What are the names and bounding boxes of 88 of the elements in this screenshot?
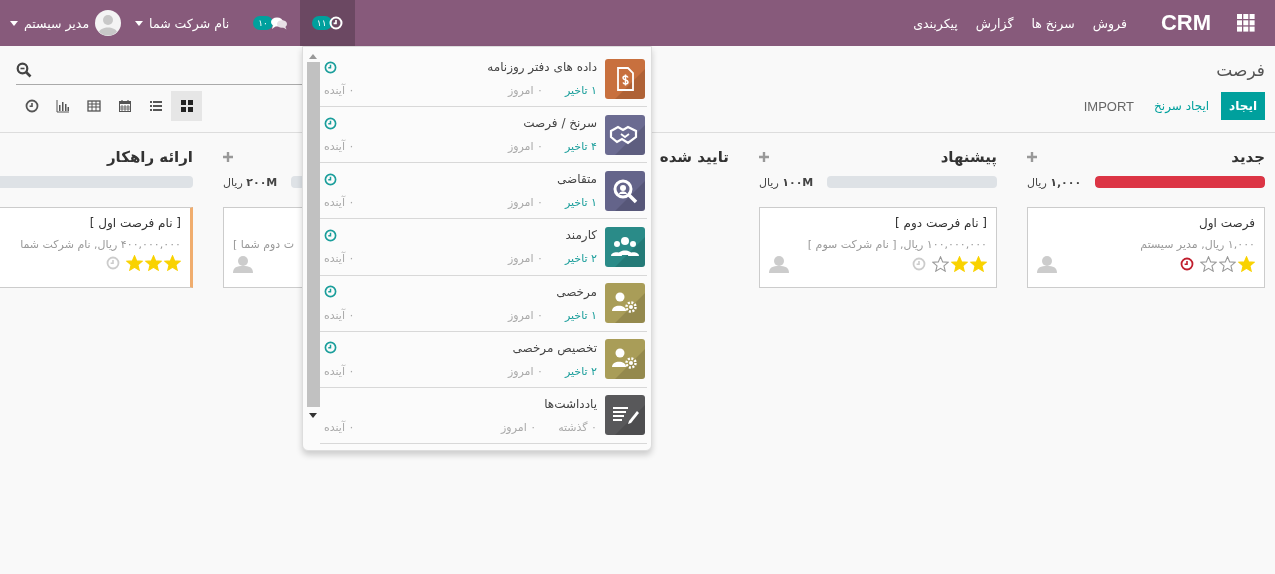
- empty-star-icon[interactable]: [1200, 256, 1217, 272]
- activity-count[interactable]: ۴ تاخیر: [564, 140, 597, 154]
- column-title: تایید شده: [659, 148, 729, 166]
- breadcrumb: فرصت: [1216, 60, 1265, 80]
- menu-item[interactable]: پیکربندی: [913, 15, 958, 31]
- opportunity-card[interactable]: [ نام فرصت اول ] ۴۰۰,۰۰۰,۰۰۰ ریال, نام شرکت شما: [0, 207, 193, 288]
- scroll-down-icon[interactable]: [309, 413, 317, 418]
- count-badge: ۱۰: [253, 16, 273, 30]
- clock-icon[interactable]: [324, 285, 337, 299]
- clock-icon[interactable]: [324, 172, 337, 186]
- app-name[interactable]: CRM: [1160, 10, 1211, 36]
- activity-model-name: متقاضی: [557, 172, 597, 187]
- messages-button[interactable]: ۱۰: [243, 0, 298, 46]
- plus-icon[interactable]: [223, 152, 233, 162]
- card-subtitle: ۴۰۰,۰۰۰,۰۰۰ ریال, نام شرکت شما: [20, 238, 181, 251]
- bar-chart-icon: [55, 99, 70, 113]
- card-title: [ نام فرصت اول ]: [88, 216, 181, 232]
- activity-model-name: تخصیص مرخصی: [512, 340, 597, 355]
- opportunity-card[interactable]: فرصت اول ۱,۰۰۰ ریال, مدیر سیستم: [1027, 207, 1265, 288]
- menu-item[interactable]: فروش: [1092, 15, 1127, 31]
- column-title: ارائه راهکار: [106, 148, 193, 166]
- plus-icon[interactable]: [759, 152, 769, 162]
- company-switcher[interactable]: نام شرکت شما: [135, 15, 230, 31]
- column-total: ۱,۰۰۰ ریال: [1027, 175, 1082, 189]
- activity-count[interactable]: ۰ آینده: [324, 140, 355, 154]
- column-total: ۲۰۰M ریال: [223, 175, 278, 189]
- search-icon[interactable]: [16, 61, 32, 78]
- activity-count[interactable]: ۱ تاخیر: [564, 196, 597, 210]
- activities-button[interactable]: ۱۱: [299, 0, 355, 46]
- card-subtitle: ۱,۰۰۰ ریال, مدیر سیستم: [1140, 238, 1255, 251]
- avatar-icon: [95, 10, 122, 36]
- view-switch-button[interactable]: [171, 91, 202, 121]
- card-title: [ نام فرصت دوم ]: [894, 216, 987, 232]
- activity-model-name: کارمند: [565, 228, 597, 243]
- activity-count[interactable]: ۰ آینده: [324, 420, 355, 434]
- column-total: ۱۰۰M ریال: [759, 175, 814, 189]
- activity-count[interactable]: ۱ تاخیر: [564, 308, 597, 322]
- opportunity-card[interactable]: [ نام فرصت دوم ] ۱۰۰,۰۰۰,۰۰۰ ریال, [ نام شرکت سوم ]: [759, 207, 997, 288]
- table-view-icon: [86, 99, 101, 113]
- activity-count[interactable]: ۲ تاخیر: [564, 252, 597, 266]
- activity-model-name: مرخصی: [556, 284, 597, 299]
- plus-icon[interactable]: [1027, 152, 1037, 162]
- list-view-icon: [148, 99, 163, 113]
- card-subtitle: ت دوم شما ]: [233, 238, 295, 251]
- clock-icon: [24, 99, 39, 113]
- clock-icon[interactable]: [324, 341, 337, 355]
- filled-star-icon[interactable]: [164, 255, 181, 271]
- filled-star-icon[interactable]: [145, 255, 162, 271]
- activity-count[interactable]: ۰ آینده: [324, 84, 355, 98]
- user-menu[interactable]: مدیر سیستم: [10, 10, 122, 36]
- link-button[interactable]: ایجاد سرنخ: [1146, 92, 1218, 120]
- activity-model-name: سرنخ / فرصت: [523, 116, 597, 131]
- create-button[interactable]: ایجاد: [1221, 92, 1265, 120]
- clock-icon[interactable]: [324, 229, 337, 242]
- chat-bubbles-icon: [269, 16, 288, 30]
- activity-count[interactable]: ۲ تاخیر: [564, 364, 597, 378]
- card-title: فرصت اول: [1198, 216, 1255, 232]
- card-subtitle: ۱۰۰,۰۰۰,۰۰۰ ریال, [ نام شرکت سوم ]: [807, 238, 987, 251]
- menu-item[interactable]: سرنخ ها: [1031, 15, 1075, 31]
- clock-icon[interactable]: [324, 116, 337, 130]
- activity-model-name: یادداشت‌ها: [544, 396, 597, 411]
- apps-menu-icon[interactable]: [1237, 14, 1255, 32]
- activity-count[interactable]: ۰ آینده: [324, 196, 355, 210]
- filled-star-icon[interactable]: [970, 256, 987, 272]
- filled-star-icon[interactable]: [951, 256, 968, 272]
- activity-count[interactable]: ۰ آینده: [324, 308, 355, 322]
- activity-count[interactable]: ۰ آینده: [324, 252, 355, 266]
- caret-icon: [10, 20, 18, 26]
- activity-count[interactable]: ۰ امروز: [501, 420, 537, 434]
- empty-star-icon[interactable]: [932, 256, 949, 272]
- activity-count[interactable]: ۱ تاخیر: [564, 84, 597, 98]
- activity-count[interactable]: ۰ آینده: [324, 364, 355, 378]
- activity-model-name: داده های دفتر روزنامه: [487, 60, 597, 75]
- count-badge: ۱۱: [311, 16, 332, 30]
- clock-icon[interactable]: [324, 60, 337, 74]
- column-title: جدید: [1231, 148, 1265, 166]
- caret-icon: [135, 20, 144, 26]
- filled-star-icon[interactable]: [126, 255, 143, 271]
- clock-icon: [328, 16, 343, 30]
- scroll-up-icon[interactable]: [309, 54, 317, 59]
- kanban-view-icon: [179, 99, 194, 113]
- clock-icon[interactable]: [1180, 257, 1194, 271]
- import-button[interactable]: IMPORT: [1075, 91, 1143, 121]
- column-title: پیشنهاد: [940, 148, 997, 166]
- empty-star-icon[interactable]: [1219, 256, 1236, 272]
- calendar-view-icon: [117, 99, 132, 113]
- filled-star-icon[interactable]: [1238, 256, 1255, 272]
- menu-item[interactable]: گزارش: [975, 15, 1014, 31]
